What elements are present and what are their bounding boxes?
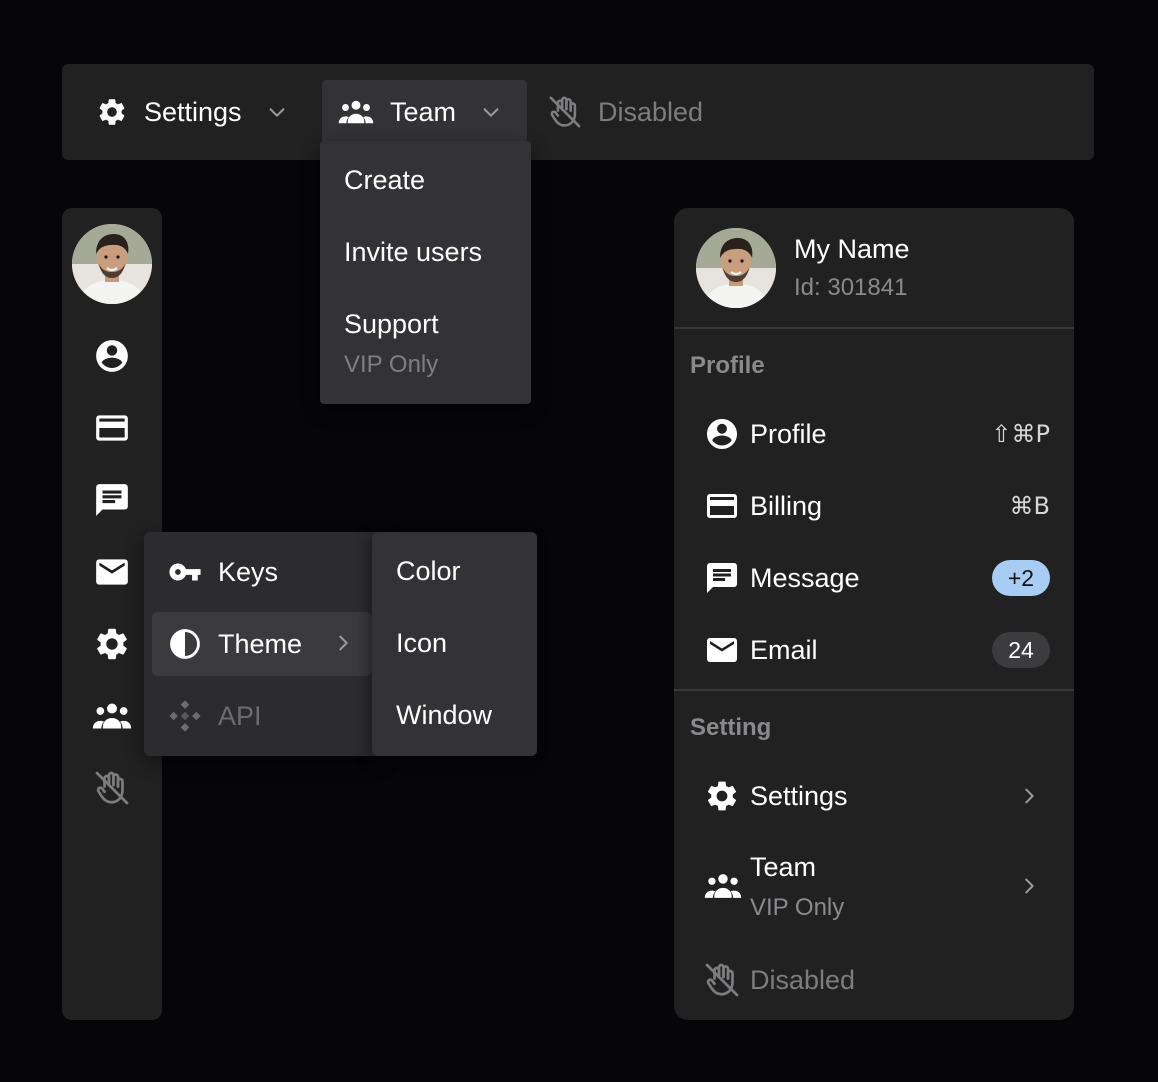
profile-icon[interactable] — [90, 334, 134, 378]
team-icon — [704, 867, 742, 905]
gear-icon — [96, 96, 128, 128]
team-icon — [338, 94, 374, 130]
theme-icon — [168, 627, 202, 661]
menubar-settings-label: Settings — [144, 96, 242, 127]
gear-icon[interactable] — [90, 622, 134, 666]
hand-off-icon — [548, 95, 582, 129]
key-icon — [168, 555, 202, 589]
team-dropdown-menu: Create Invite users Support VIP Only — [320, 141, 531, 404]
top-menubar: Settings Team Disabled — [62, 64, 1094, 160]
menu-item-theme[interactable]: Theme — [152, 612, 372, 676]
billing-icon — [704, 488, 740, 524]
panel-row-team-label: Team — [750, 852, 817, 882]
gear-icon — [704, 778, 740, 814]
email-count-badge: 24 — [992, 632, 1050, 668]
menu-item-invite-users[interactable]: Invite users — [344, 237, 482, 268]
menu-item-api-label: API — [218, 700, 262, 731]
api-icon — [168, 699, 202, 733]
panel-row-email[interactable]: Email 24 — [682, 618, 1066, 682]
email-icon[interactable] — [90, 550, 134, 594]
divider — [674, 327, 1074, 329]
panel-row-message-label: Message — [750, 562, 860, 593]
panel-row-billing[interactable]: Billing ⌘B — [682, 474, 1066, 538]
sidebar-flyout-menu: Keys Theme API — [144, 532, 384, 756]
section-title-setting: Setting — [690, 714, 772, 741]
menubar-team-button[interactable]: Team — [322, 80, 527, 144]
menubar-disabled-label: Disabled — [598, 96, 704, 127]
panel-row-disabled: Disabled — [682, 948, 1066, 1012]
panel-row-profile[interactable]: Profile ⇧⌘P — [682, 402, 1066, 466]
avatar[interactable] — [72, 224, 152, 304]
panel-row-team-sublabel: VIP Only — [750, 894, 845, 921]
chevron-right-icon — [332, 632, 354, 654]
chevron-right-icon — [1018, 785, 1040, 807]
chevron-down-icon — [266, 101, 288, 123]
chevron-down-icon — [480, 101, 502, 123]
submenu-item-color[interactable]: Color — [396, 556, 461, 587]
menubar-settings-button[interactable]: Settings — [82, 80, 312, 144]
avatar — [696, 228, 776, 308]
message-icon[interactable] — [90, 478, 134, 522]
shortcut-label: ⌘B — [1009, 492, 1050, 520]
section-title-profile: Profile — [690, 352, 765, 379]
chevron-right-icon — [1018, 875, 1040, 897]
menu-item-keys[interactable]: Keys — [152, 540, 372, 604]
menu-item-api: API — [152, 684, 372, 748]
shortcut-label: ⇧⌘P — [991, 420, 1050, 448]
user-id: Id: 301841 — [794, 274, 908, 301]
menubar-disabled-item: Disabled — [534, 80, 734, 144]
profile-panel: My Name Id: 301841 Profile Profile ⇧⌘P B… — [674, 208, 1074, 1020]
email-icon — [704, 632, 740, 668]
panel-row-disabled-label: Disabled — [750, 964, 856, 995]
menu-item-create[interactable]: Create — [344, 165, 425, 196]
hand-off-icon — [90, 766, 134, 810]
menu-item-theme-label: Theme — [218, 628, 303, 659]
menubar-team-label: Team — [390, 96, 457, 127]
menu-item-keys-label: Keys — [218, 556, 279, 587]
panel-row-settings[interactable]: Settings — [682, 764, 1066, 828]
menu-item-support[interactable]: Support — [344, 309, 439, 340]
profile-icon — [704, 416, 740, 452]
user-name: My Name — [794, 234, 910, 264]
submenu-item-icon[interactable]: Icon — [396, 628, 447, 659]
panel-row-billing-label: Billing — [750, 490, 823, 521]
panel-row-team[interactable]: Team VIP Only — [682, 838, 1066, 934]
panel-row-settings-label: Settings — [750, 780, 848, 811]
submenu-item-window[interactable]: Window — [396, 700, 492, 731]
panel-row-message[interactable]: Message +2 — [682, 546, 1066, 610]
divider — [674, 689, 1074, 691]
menu-item-support-sublabel: VIP Only — [344, 351, 439, 378]
team-icon[interactable] — [90, 694, 134, 738]
billing-icon[interactable] — [90, 406, 134, 450]
message-icon — [704, 560, 740, 596]
hand-off-icon — [704, 962, 740, 998]
message-count-badge: +2 — [992, 560, 1050, 596]
theme-submenu: Color Icon Window — [372, 532, 537, 756]
panel-row-profile-label: Profile — [750, 418, 827, 449]
panel-row-email-label: Email — [750, 634, 818, 665]
